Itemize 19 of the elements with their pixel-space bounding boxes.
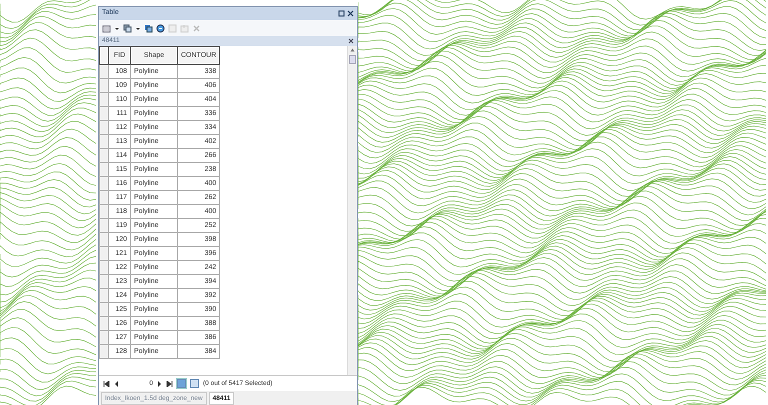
show-all-records-button[interactable] [177, 379, 186, 388]
zoom-to-selected-icon[interactable] [180, 24, 189, 32]
maximize-icon[interactable] [338, 10, 345, 17]
previous-record-icon[interactable] [114, 380, 119, 386]
switch-selection-icon[interactable] [156, 24, 165, 32]
scroll-thumb[interactable] [349, 55, 356, 64]
delete-selected-icon[interactable] [192, 24, 201, 32]
select-by-attributes-icon[interactable] [144, 24, 153, 32]
clear-selection-icon[interactable] [168, 24, 177, 32]
related-tables-icon[interactable] [123, 24, 132, 32]
first-record-icon[interactable] [103, 380, 110, 386]
row-selector[interactable] [100, 64, 108, 78]
show-selected-records-button[interactable] [190, 379, 199, 388]
close-icon[interactable] [348, 38, 354, 44]
next-record-icon[interactable] [157, 380, 162, 386]
scroll-up-icon[interactable] [350, 48, 355, 52]
last-record-icon[interactable] [166, 380, 173, 386]
close-icon[interactable] [347, 10, 354, 17]
table-options-icon[interactable] [102, 24, 111, 32]
